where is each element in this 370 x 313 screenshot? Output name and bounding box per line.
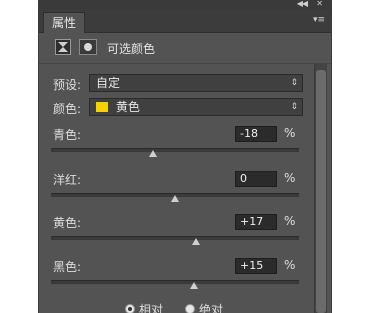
panel-tab-row: 属性 ▾≡ [39, 10, 331, 33]
cyan-slider-handle[interactable] [148, 150, 157, 157]
yellow-value-input[interactable]: +17 [235, 214, 277, 230]
relative-radio[interactable] [125, 304, 135, 313]
close-panel-button[interactable]: ✕ [316, 0, 323, 8]
yellow-color-swatch [96, 101, 108, 112]
slider-label: 青色: [53, 128, 82, 142]
colors-value: 黄色 [115, 100, 140, 114]
collapse-panel-button[interactable]: ◀◀ [297, 0, 308, 8]
percent-unit: % [284, 258, 296, 272]
relative-label: 相对 [139, 303, 164, 313]
selective-color-adjustment-icon[interactable] [55, 39, 71, 55]
black-slider-track[interactable] [51, 280, 299, 284]
scrollbar-thumb[interactable] [316, 70, 326, 313]
panel-scrollbar[interactable] [314, 64, 327, 313]
layer-mask-icon[interactable] [79, 39, 97, 55]
percent-unit: % [284, 214, 296, 228]
absolute-label: 绝对 [199, 303, 224, 313]
magenta-value-input[interactable]: 0 [235, 171, 277, 187]
slider-label: 黑色: [53, 260, 82, 274]
adjustment-header: 可选颜色 [39, 33, 331, 64]
colors-label: 颜色: [53, 102, 82, 116]
panel-menu-icon[interactable]: ▾≡ [313, 15, 325, 25]
black-slider-handle[interactable] [189, 282, 198, 289]
tab-properties[interactable]: 属性 [43, 12, 86, 33]
panel-top-bar: ◀◀ ✕ [39, 0, 331, 10]
updown-arrows-icon: ⇕ [290, 78, 298, 88]
yellow-slider-handle[interactable] [192, 238, 201, 245]
slider-label: 黄色: [53, 216, 82, 230]
adjustment-title: 可选颜色 [107, 42, 156, 56]
preset-label: 预设: [53, 78, 82, 92]
preset-value: 自定 [96, 76, 121, 90]
slider-label: 洋红: [53, 173, 82, 187]
hourglass-icon [58, 42, 68, 52]
cyan-slider-track[interactable] [51, 148, 299, 152]
cyan-value-input[interactable]: -18 [235, 126, 277, 142]
updown-arrows-icon: ⇕ [290, 102, 298, 112]
absolute-radio[interactable] [185, 304, 195, 313]
yellow-slider-track[interactable] [51, 236, 299, 240]
percent-unit: % [284, 171, 296, 185]
colors-select[interactable]: 黄色 ⇕ [89, 98, 303, 116]
black-value-input[interactable]: +15 [235, 258, 277, 274]
properties-panel: ◀◀ ✕ 属性 ▾≡ 可选颜色 预设: 自定 ⇕ 颜色: 黄色 ⇕ 青色: -1… [38, 0, 332, 313]
percent-unit: % [284, 126, 296, 140]
magenta-slider-handle[interactable] [171, 195, 179, 202]
preset-select[interactable]: 自定 ⇕ [89, 74, 303, 92]
